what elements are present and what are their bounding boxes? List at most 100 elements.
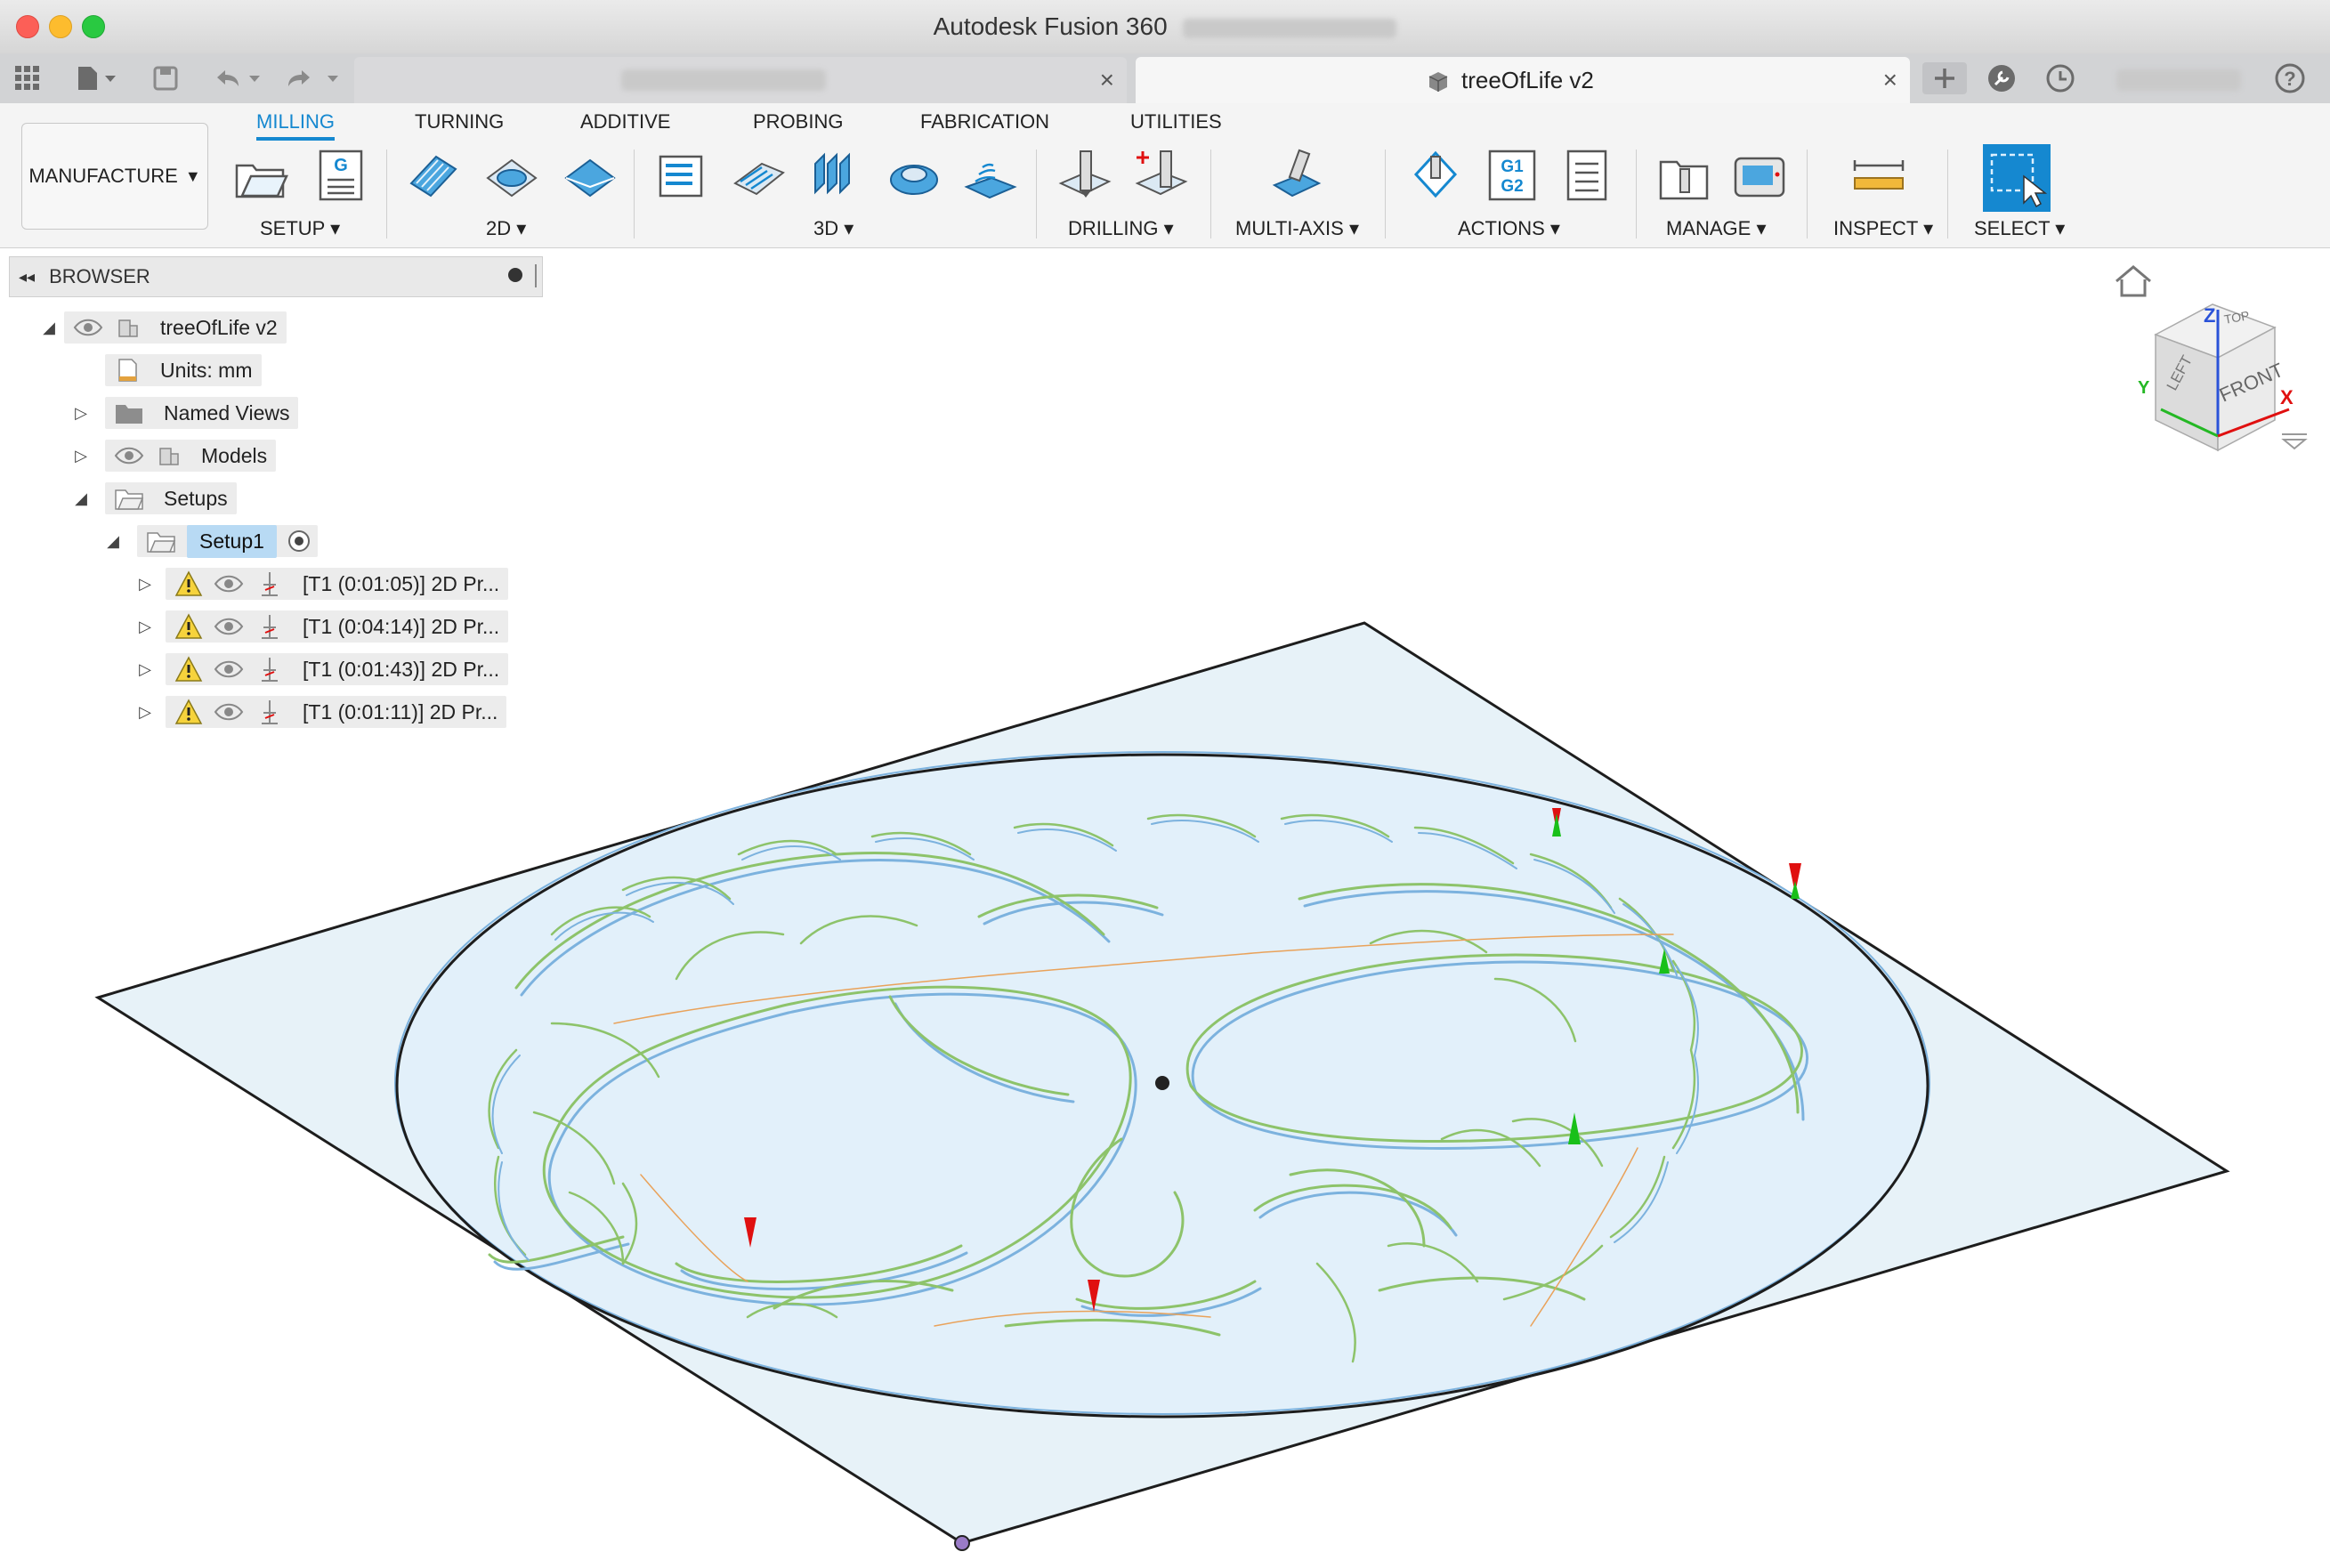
- ribbon-divider: [386, 150, 387, 238]
- expanded-triangle-icon[interactable]: ◢: [103, 532, 123, 551]
- visibility-eye-icon[interactable]: [214, 702, 244, 722]
- tree-named-views[interactable]: ▷ Named Views: [71, 395, 299, 431]
- new-tab-icon[interactable]: [1922, 62, 1967, 94]
- measure-icon[interactable]: [1851, 148, 1906, 203]
- simulate-icon[interactable]: [1408, 148, 1463, 203]
- visibility-eye-icon[interactable]: [73, 318, 103, 337]
- setups-box: Setups: [105, 482, 237, 514]
- group-2d[interactable]: 2D ▾: [486, 217, 526, 240]
- browser-header[interactable]: ◂◂ BROWSER: [9, 256, 543, 297]
- title-bar: Autodesk Fusion 360: [0, 0, 2330, 54]
- close-tab-icon[interactable]: ×: [1883, 66, 1897, 94]
- group-select-label: SELECT: [1974, 217, 2051, 239]
- tree-operation[interactable]: ▷ [T1 (0:01:43)] 2D Pr...: [135, 651, 509, 687]
- hole-recognition-icon[interactable]: [1134, 148, 1189, 203]
- visibility-eye-icon[interactable]: [214, 574, 244, 594]
- help-icon[interactable]: ?: [2275, 62, 2305, 94]
- expanded-triangle-icon[interactable]: ◢: [39, 319, 59, 337]
- activate-radio-icon[interactable]: [286, 528, 312, 554]
- visibility-eye-icon[interactable]: [214, 617, 244, 636]
- nc-program-icon[interactable]: G: [313, 148, 368, 203]
- tab-utilities[interactable]: UTILITIES: [1130, 110, 1222, 133]
- tree-root-label: treeOfLife v2: [160, 315, 278, 339]
- tab-milling[interactable]: MILLING: [256, 110, 336, 141]
- units-box: Units: mm: [105, 354, 262, 386]
- blurred-user-name[interactable]: [2116, 69, 2241, 91]
- browser-pin-icon[interactable]: [508, 268, 522, 282]
- tab-fabrication[interactable]: FABRICATION: [920, 110, 1049, 133]
- collapsed-triangle-icon[interactable]: ▷: [135, 575, 155, 594]
- extensions-icon[interactable]: [1986, 62, 2017, 94]
- apps-grid-icon[interactable]: [14, 62, 41, 94]
- close-tab-icon[interactable]: ×: [1100, 66, 1114, 94]
- 2d-adaptive-icon[interactable]: [406, 148, 461, 203]
- expanded-triangle-icon[interactable]: ◢: [71, 489, 91, 508]
- collapsed-triangle-icon[interactable]: ▷: [135, 703, 155, 722]
- tree-operation[interactable]: ▷ [T1 (0:01:11)] 2D Pr...: [135, 694, 507, 730]
- group-setup[interactable]: SETUP ▾: [260, 217, 340, 240]
- contour-icon[interactable]: [886, 148, 942, 203]
- tree-setup1[interactable]: ◢ Setup1: [103, 523, 318, 559]
- view-cube-menu-icon[interactable]: [2278, 431, 2310, 452]
- blurred-tab-label: [621, 69, 826, 91]
- tab-blurred-document[interactable]: ×: [354, 57, 1127, 103]
- component-icon: [159, 448, 179, 465]
- origin-point: [1155, 1076, 1169, 1090]
- post-process-icon[interactable]: G1G2: [1485, 148, 1540, 203]
- tool-library-icon[interactable]: [1657, 148, 1712, 203]
- multi-axis-icon[interactable]: [1269, 148, 1324, 203]
- save-icon[interactable]: [153, 62, 178, 94]
- collapsed-triangle-icon[interactable]: ▷: [71, 447, 91, 465]
- tree-operation[interactable]: ▷ [T1 (0:04:14)] 2D Pr...: [135, 609, 509, 644]
- operation-box: [T1 (0:01:43)] 2D Pr...: [166, 653, 509, 685]
- 2d-pocket-icon[interactable]: [484, 148, 539, 203]
- tree-setups[interactable]: ◢ Setups: [71, 481, 237, 516]
- group-inspect-label: INSPECT: [1833, 217, 1918, 239]
- tab-additive[interactable]: ADDITIVE: [580, 110, 670, 133]
- tab-treeoflife[interactable]: treeOfLife v2 ×: [1136, 57, 1910, 103]
- job-status-icon[interactable]: [2045, 62, 2075, 94]
- browser-resize-handle[interactable]: [535, 264, 537, 287]
- select-icon[interactable]: [1983, 144, 2051, 212]
- group-manage[interactable]: MANAGE ▾: [1666, 217, 1767, 240]
- group-inspect[interactable]: INSPECT ▾: [1833, 217, 1933, 240]
- canvas-viewport[interactable]: [0, 248, 2330, 1568]
- collapsed-triangle-icon[interactable]: ▷: [71, 404, 91, 423]
- collapse-browser-icon[interactable]: ◂◂: [19, 268, 35, 287]
- face-icon[interactable]: [562, 148, 618, 203]
- parallel-icon[interactable]: [810, 148, 865, 203]
- visibility-eye-icon[interactable]: [214, 659, 244, 679]
- redo-icon[interactable]: [283, 62, 345, 94]
- group-select[interactable]: SELECT ▾: [1974, 217, 2065, 240]
- window-title-row: Autodesk Fusion 360: [0, 12, 2330, 41]
- tree-root-box: treeOfLife v2: [64, 311, 287, 344]
- setup1-box: Setup1: [137, 524, 318, 558]
- collapsed-triangle-icon[interactable]: ▷: [135, 618, 155, 636]
- ribbon-divider: [1807, 150, 1808, 238]
- 3d-pocket-icon[interactable]: [732, 148, 787, 203]
- group-multi-axis[interactable]: MULTI-AXIS ▾: [1235, 217, 1359, 240]
- new-setup-icon[interactable]: [233, 148, 288, 203]
- operation-label: [T1 (0:01:11)] 2D Pr...: [303, 699, 498, 723]
- tab-probing[interactable]: PROBING: [753, 110, 843, 133]
- machine-library-icon[interactable]: [1732, 148, 1787, 203]
- tab-turning[interactable]: TURNING: [415, 110, 504, 133]
- group-actions[interactable]: ACTIONS ▾: [1458, 217, 1560, 240]
- collapsed-triangle-icon[interactable]: ▷: [135, 660, 155, 679]
- visibility-eye-icon[interactable]: [114, 446, 144, 465]
- operation-tool-icon: [262, 658, 278, 682]
- tree-root[interactable]: ◢ treeOfLife v2: [39, 310, 287, 345]
- tree-units[interactable]: Units: mm: [105, 352, 262, 388]
- tree-operation[interactable]: ▷ [T1 (0:01:05)] 2D Pr...: [135, 566, 509, 602]
- group-drilling[interactable]: DRILLING ▾: [1068, 217, 1174, 240]
- drill-icon[interactable]: [1057, 148, 1112, 203]
- workspace-switcher[interactable]: MANUFACTURE ▼: [21, 123, 208, 230]
- tree-models[interactable]: ▷ Models: [71, 438, 277, 473]
- group-3d[interactable]: 3D ▾: [813, 217, 854, 240]
- undo-icon[interactable]: [212, 62, 265, 94]
- setup-sheet-icon[interactable]: [1559, 148, 1614, 203]
- scallop-icon[interactable]: [963, 148, 1018, 203]
- file-menu-icon[interactable]: [75, 62, 119, 94]
- 3d-adaptive-icon[interactable]: [655, 148, 710, 203]
- setups-label: Setups: [164, 486, 228, 510]
